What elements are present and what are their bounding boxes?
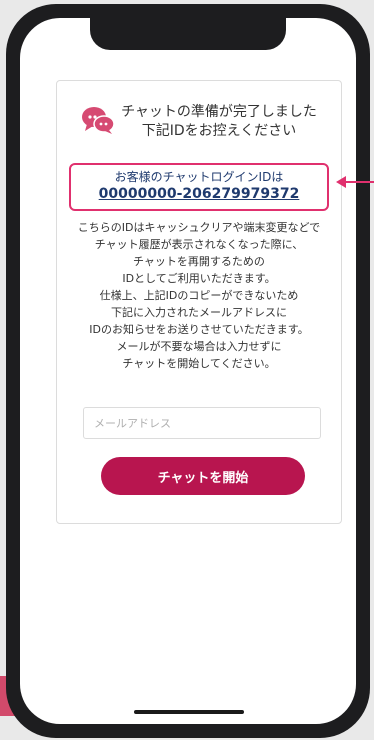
phone-screen: チャットの準備が完了しました 下記IDをお控えください お客様のチャットログイン… [20, 18, 356, 724]
phone-frame: チャットの準備が完了しました 下記IDをお控えください お客様のチャットログイン… [6, 4, 370, 738]
chat-ready-card: チャットの準備が完了しました 下記IDをお控えください お客様のチャットログイン… [56, 80, 342, 524]
description-line: 下記に入力されたメールアドレスに [111, 306, 287, 319]
email-field[interactable] [83, 407, 321, 439]
description-line: IDのお知らせをお送りさせていただきます。 [89, 323, 309, 336]
description-line: チャットを再開するための [133, 255, 265, 268]
home-indicator [134, 710, 244, 714]
header-text: チャットの準備が完了しました 下記IDをお控えください [121, 103, 317, 141]
description-line: 仕様上、上記IDのコピーができないため [99, 289, 299, 302]
description-line: IDとしてご利用いただきます。 [122, 272, 276, 285]
start-chat-button[interactable]: チャットを開始 [101, 457, 305, 495]
chat-id-label: お客様のチャットログインIDは [114, 170, 284, 184]
app-stage: チャットの準備が完了しました 下記IDをお控えください お客様のチャットログイン… [0, 0, 374, 740]
chat-id-value: 00000000-206279979372 [98, 186, 300, 202]
description-line: チャットを開始してください。 [122, 357, 276, 370]
header-subtitle: 下記IDをお控えください [141, 123, 297, 139]
chat-bubbles-icon [82, 107, 115, 134]
card-header: チャットの準備が完了しました 下記IDをお控えください [57, 103, 341, 141]
header-title: チャットの準備が完了しました [121, 104, 317, 120]
description-text: こちらのIDはキャッシュクリアや端末変更などで チャット履歴が表示されなくなった… [63, 219, 335, 372]
description-line: こちらのIDはキャッシュクリアや端末変更などで [77, 221, 321, 234]
chat-id-box: お客様のチャットログインIDは 00000000-206279979372 [69, 163, 329, 211]
arrow-left-icon [336, 176, 374, 188]
phone-notch [90, 18, 286, 50]
description-line: チャット履歴が表示されなくなった際に、 [94, 238, 304, 251]
description-line: メールが不要な場合は入力せずに [116, 340, 282, 353]
